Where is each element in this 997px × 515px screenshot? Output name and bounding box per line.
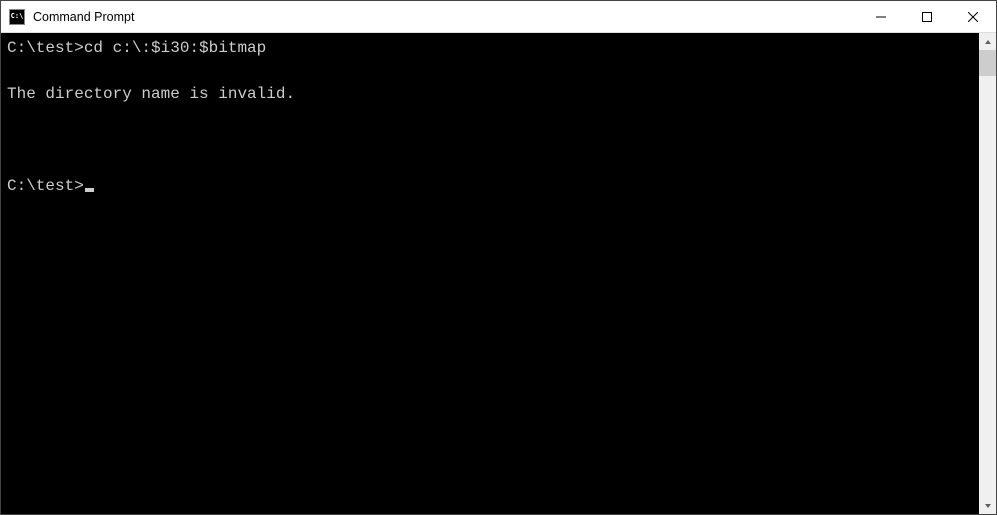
- cursor: [85, 188, 94, 192]
- maximize-icon: [922, 12, 932, 22]
- vertical-scrollbar[interactable]: [979, 33, 996, 514]
- chevron-down-icon: [984, 502, 992, 510]
- prompt: C:\test>: [7, 39, 84, 57]
- scroll-up-button[interactable]: [979, 33, 996, 50]
- minimize-button[interactable]: [858, 1, 904, 32]
- scroll-track[interactable]: [979, 50, 996, 497]
- window-controls: [858, 1, 996, 32]
- minimize-icon: [876, 12, 886, 22]
- maximize-button[interactable]: [904, 1, 950, 32]
- terminal-output[interactable]: C:\test>cd c:\:$i30:$bitmap The director…: [1, 33, 979, 514]
- terminal-line: The directory name is invalid.: [7, 83, 973, 106]
- close-button[interactable]: [950, 1, 996, 32]
- scroll-down-button[interactable]: [979, 497, 996, 514]
- command-text: cd c:\:$i30:$bitmap: [84, 39, 266, 57]
- prompt: C:\test>: [7, 177, 84, 195]
- terminal-line: C:\test>: [7, 175, 973, 198]
- chevron-up-icon: [984, 38, 992, 46]
- command-prompt-window: C:\ Command Prompt C:\test>cd c:\:$i30:$…: [0, 0, 997, 515]
- close-icon: [968, 12, 978, 22]
- titlebar[interactable]: C:\ Command Prompt: [1, 1, 996, 33]
- client-area: C:\test>cd c:\:$i30:$bitmap The director…: [1, 33, 996, 514]
- app-icon: C:\: [9, 9, 25, 25]
- terminal-line: [7, 129, 973, 152]
- terminal-line: C:\test>cd c:\:$i30:$bitmap: [7, 37, 973, 60]
- window-title: Command Prompt: [33, 10, 858, 24]
- output-text: The directory name is invalid.: [7, 85, 295, 103]
- scroll-thumb[interactable]: [979, 50, 996, 76]
- app-icon-label: C:\: [11, 13, 24, 20]
